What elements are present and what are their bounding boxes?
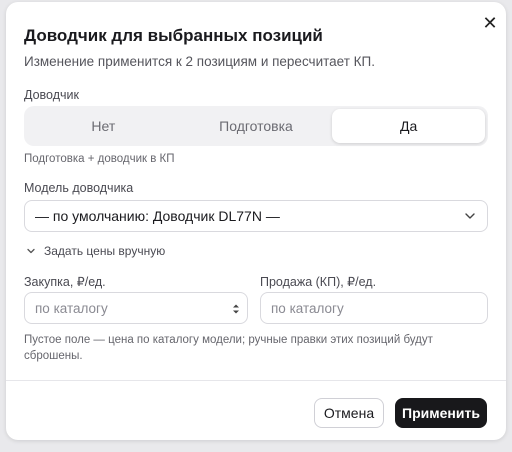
chevron-down-icon bbox=[465, 213, 475, 219]
closer-option-no[interactable]: Нет bbox=[27, 109, 180, 143]
sale-price-label: Продажа (КП), ₽/ед. bbox=[260, 275, 377, 289]
number-stepper-icon[interactable] bbox=[231, 302, 241, 316]
model-label: Модель доводчика bbox=[24, 181, 134, 195]
cancel-button[interactable]: Отмена bbox=[314, 398, 384, 428]
manual-prices-note: Пустое поле — цена по каталогу модели; р… bbox=[24, 334, 433, 362]
purchase-price-label: Закупка, ₽/ед. bbox=[24, 275, 106, 289]
model-select-value: — по умолчанию: Доводчик DL77N — bbox=[35, 208, 280, 224]
closer-hint: Подготовка + доводчик в КП bbox=[24, 153, 175, 165]
closer-dialog: ✕ Доводчик для выбранных позиций Изменен… bbox=[6, 2, 506, 440]
apply-button[interactable]: Применить bbox=[395, 398, 487, 428]
closer-segmented-control: Нет Подготовка Да bbox=[24, 106, 488, 146]
dialog-subtitle: Изменение применится к 2 позициям и пере… bbox=[24, 54, 375, 69]
close-icon[interactable]: ✕ bbox=[480, 13, 500, 33]
sale-price-input[interactable] bbox=[260, 292, 488, 324]
chevron-down-icon bbox=[27, 248, 35, 254]
closer-label: Доводчик bbox=[24, 88, 79, 102]
manual-prices-toggle[interactable]: Задать цены вручную bbox=[26, 244, 165, 258]
dialog-title: Доводчик для выбранных позиций bbox=[24, 26, 323, 45]
closer-option-yes[interactable]: Да bbox=[332, 109, 486, 143]
purchase-price-input[interactable] bbox=[24, 292, 248, 324]
model-select[interactable]: — по умолчанию: Доводчик DL77N — bbox=[24, 200, 488, 232]
footer-divider bbox=[6, 380, 506, 381]
manual-prices-toggle-label: Задать цены вручную bbox=[44, 244, 166, 258]
closer-option-prep[interactable]: Подготовка bbox=[180, 109, 333, 143]
